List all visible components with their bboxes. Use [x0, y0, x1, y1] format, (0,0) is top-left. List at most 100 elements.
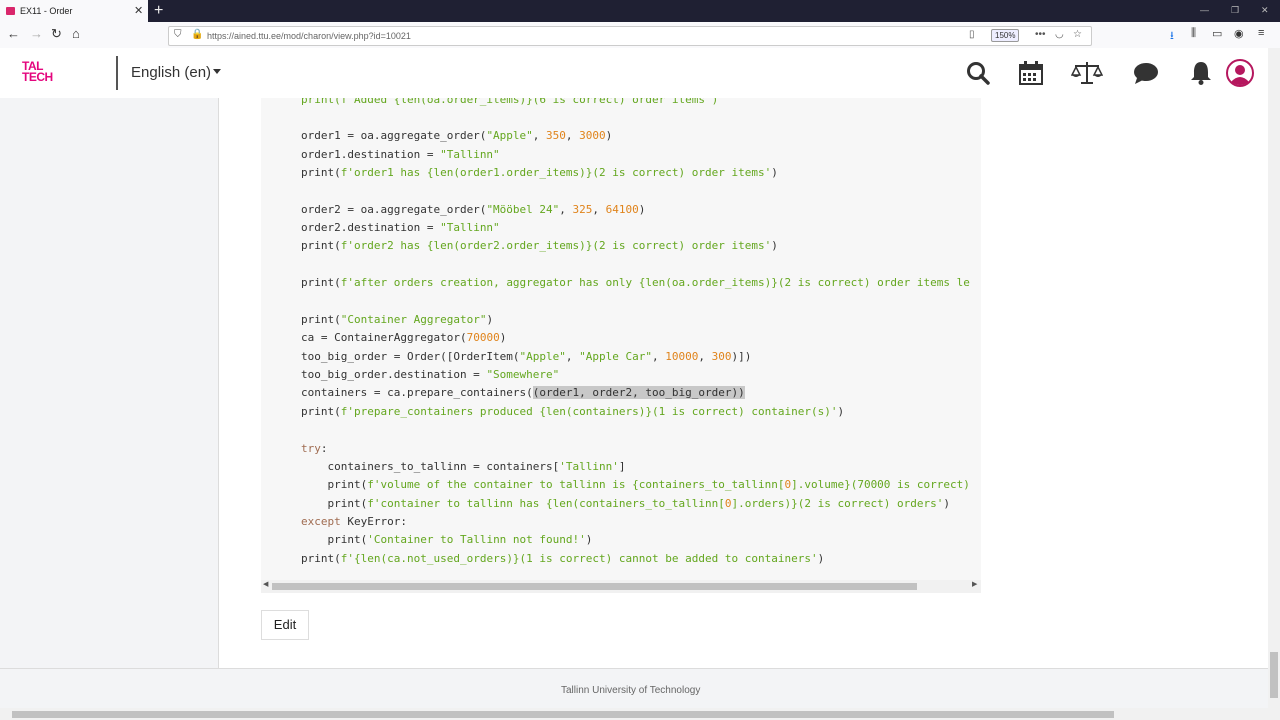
- code-scroll-thumb[interactable]: [272, 583, 917, 590]
- code-token: 3000: [579, 129, 606, 142]
- code-token: ): [585, 533, 593, 546]
- pocket-icon[interactable]: ◡: [1055, 29, 1064, 40]
- code-horizontal-scrollbar[interactable]: ◀ ▶: [261, 580, 981, 593]
- code-token: 64100: [605, 203, 639, 216]
- page-scroll-thumb[interactable]: [1270, 652, 1278, 698]
- code-token: print(: [301, 276, 341, 289]
- code-token: containers = ca.prepare_containers(: [301, 386, 533, 399]
- code-token: order1.destination =: [301, 148, 441, 161]
- code-token: too_big_order = Order([OrderItem(: [301, 350, 520, 363]
- site-header: TAL TECH English (en): [0, 48, 1268, 99]
- calendar-icon[interactable]: [1018, 60, 1044, 86]
- reader-view-icon[interactable]: ▯: [969, 29, 975, 40]
- code-line: containers = ca.prepare_containers((orde…: [301, 386, 745, 399]
- code-line: print(f'Added {len(oa.order_items)}(6 is…: [301, 98, 718, 106]
- code-line: print("Container Aggregator"): [301, 313, 493, 326]
- code-line: too_big_order = Order([OrderItem("Apple"…: [301, 350, 751, 363]
- tab-title: EX11 - Order: [20, 6, 73, 16]
- address-bar[interactable]: ⛉ 🔒 https://ained.ttu.ee/mod/charon/view…: [168, 26, 1092, 46]
- edit-button[interactable]: Edit: [261, 610, 309, 640]
- scroll-right-icon[interactable]: ▶: [972, 580, 977, 588]
- page-actions-icon[interactable]: •••: [1035, 29, 1046, 40]
- code-token: f'after orders creation, aggregator has …: [340, 276, 970, 289]
- page-footer: Tallinn University of Technology: [0, 668, 1268, 709]
- page-vertical-scrollbar[interactable]: [1268, 48, 1280, 708]
- code-token: "Apple": [486, 129, 533, 142]
- restore-icon[interactable]: ❐: [1231, 5, 1239, 16]
- code-token: print(: [301, 166, 341, 179]
- code-token: 70000: [466, 331, 500, 344]
- menu-icon[interactable]: ≡: [1258, 27, 1264, 39]
- code-token: 300: [711, 350, 732, 363]
- window-close-icon[interactable]: ✕: [1261, 5, 1269, 16]
- url-text[interactable]: https://ained.ttu.ee/mod/charon/view.php…: [207, 31, 411, 41]
- page-horizontal-scroll-thumb[interactable]: [12, 711, 1114, 718]
- account-icon[interactable]: ◉: [1234, 27, 1244, 40]
- code-line: containers_to_tallinn = containers['Tall…: [301, 460, 625, 473]
- code-line: order2.destination = "Tallinn": [301, 221, 500, 234]
- code-token: ): [499, 331, 507, 344]
- code-token: ): [486, 313, 494, 326]
- code-line: print('Container to Tallinn not found!'): [301, 533, 592, 546]
- page-horizontal-scrollbar[interactable]: [0, 708, 1280, 720]
- sidebar-icon[interactable]: ▭: [1212, 27, 1222, 40]
- library-icon[interactable]: ⫼: [1191, 27, 1196, 40]
- tracking-shield-icon[interactable]: ⛉: [174, 29, 182, 40]
- code-token: too_big_order.destination =: [301, 368, 487, 381]
- code-token: 'Container to Tallinn not found!': [367, 533, 586, 546]
- code-token: 10000: [665, 350, 699, 363]
- search-icon[interactable]: [965, 60, 991, 86]
- forward-icon[interactable]: →: [30, 26, 43, 41]
- code-token: ): [605, 129, 613, 142]
- tab-favicon-icon: [6, 7, 15, 15]
- code-token: ].orders)}(2 is correct) orders': [731, 497, 944, 510]
- code-token: order1 = oa.aggregate_order(: [301, 129, 487, 142]
- code-line: print(f'container to tallinn has {len(co…: [301, 497, 950, 510]
- balance-scale-icon[interactable]: [1071, 60, 1103, 86]
- chat-bubble-icon[interactable]: [1132, 60, 1160, 86]
- taltech-logo[interactable]: TAL TECH: [22, 60, 72, 83]
- code-token: ): [638, 203, 646, 216]
- code-token: ,: [592, 203, 606, 216]
- code-token: print(: [301, 478, 368, 491]
- code-token: ,: [565, 350, 580, 363]
- code-token: f'{len(ca.not_used_orders)}(1 is correct…: [340, 552, 818, 565]
- reload-icon[interactable]: ↻: [51, 26, 62, 42]
- tab-close-icon[interactable]: ✕: [134, 4, 143, 17]
- code-token: ): [837, 405, 845, 418]
- lock-icon[interactable]: 🔒: [191, 29, 203, 40]
- browser-tab[interactable]: EX11 - Order ✕: [0, 0, 148, 22]
- code-token: :: [320, 442, 328, 455]
- back-icon[interactable]: ←: [7, 26, 20, 41]
- code-token: f'container to tallinn has {len(containe…: [367, 497, 725, 510]
- home-icon[interactable]: ⌂: [72, 26, 80, 41]
- code-line: ca = ContainerAggregator(70000): [301, 331, 506, 344]
- caret-down-icon[interactable]: [213, 69, 221, 74]
- code-line: print(f'after orders creation, aggregato…: [301, 276, 970, 289]
- minimize-icon[interactable]: —: [1200, 5, 1209, 15]
- zoom-level[interactable]: 150%: [991, 29, 1020, 42]
- bookmark-star-icon[interactable]: ☆: [1073, 29, 1082, 40]
- code-token: ,: [652, 350, 666, 363]
- code-line: print(f'order2 has {len(order2.order_ite…: [301, 239, 778, 252]
- code-token: print(: [301, 405, 341, 418]
- code-token: 350: [546, 129, 566, 142]
- code-token: order2 = oa.aggregate_order(: [301, 203, 487, 216]
- user-avatar-icon[interactable]: [1226, 59, 1254, 87]
- bell-icon[interactable]: [1188, 60, 1214, 86]
- code-line: print(f'{len(ca.not_used_orders)}(1 is c…: [301, 552, 824, 565]
- code-line: try:: [301, 442, 328, 455]
- left-drawer-area: [0, 98, 219, 668]
- code-token: ): [771, 239, 778, 252]
- code-token: f'order2 has {len(order2.order_items)}(2…: [340, 239, 772, 252]
- code-token: print(: [301, 239, 341, 252]
- code-line: order1 = oa.aggregate_order("Apple", 350…: [301, 129, 612, 142]
- language-selector[interactable]: English (en): [131, 64, 211, 81]
- code-line: order2 = oa.aggregate_order("Mööbel 24",…: [301, 203, 645, 216]
- code-token: "Tallinn": [440, 221, 500, 234]
- new-tab-icon[interactable]: +: [154, 2, 163, 20]
- code-token: print(f'Added {len(oa.order_items)}(6 is…: [301, 98, 719, 106]
- code-token: try: [301, 442, 321, 455]
- scroll-left-icon[interactable]: ◀: [263, 580, 268, 588]
- downloads-icon[interactable]: ⭳: [1170, 27, 1174, 46]
